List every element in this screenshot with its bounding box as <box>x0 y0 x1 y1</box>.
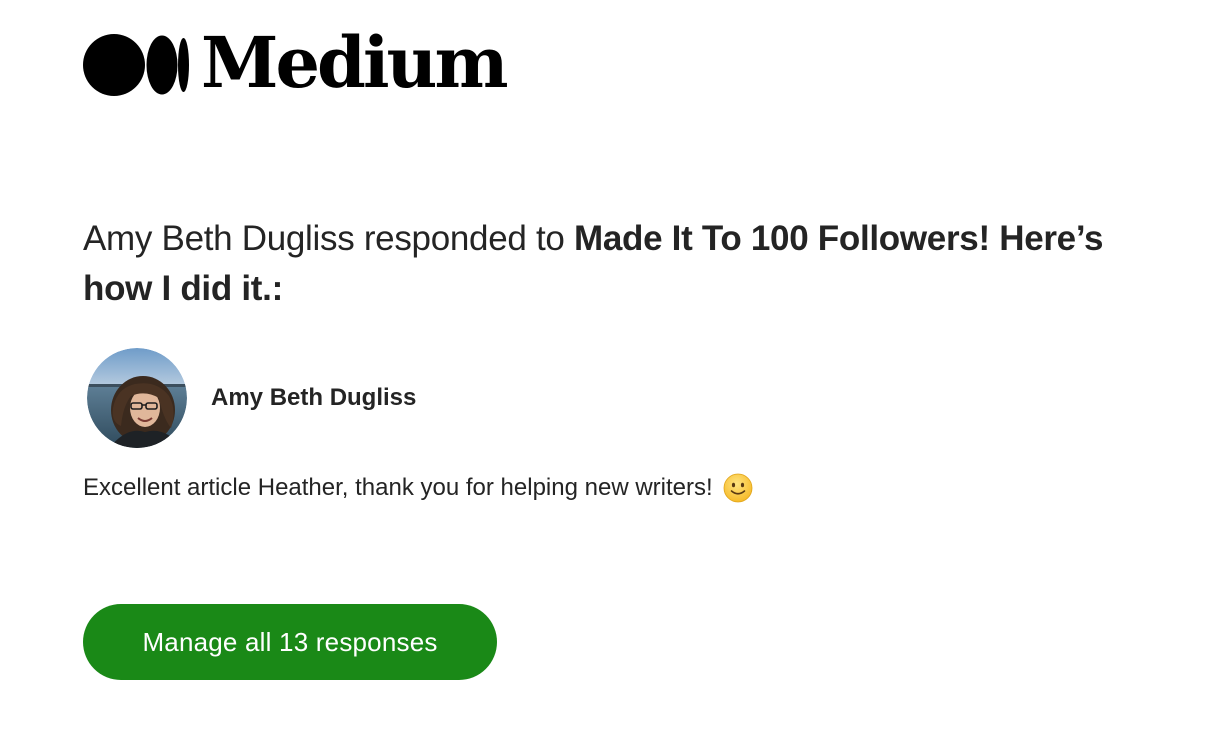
response-author: Amy Beth Dugliss <box>87 348 416 448</box>
avatar[interactable] <box>87 348 187 448</box>
slightly-smiling-face-icon <box>723 473 753 503</box>
medium-logo[interactable]: Medium <box>83 21 509 104</box>
response-body: Excellent article Heather, thank you for… <box>83 470 753 506</box>
notification-headline: Amy Beth Dugliss responded to Made It To… <box>83 214 1173 314</box>
medium-logo-icon <box>83 34 189 96</box>
author-name[interactable]: Amy Beth Dugliss <box>211 384 416 412</box>
email-notification: Medium Amy Beth Dugliss responded to Mad… <box>0 0 1226 734</box>
manage-responses-button[interactable]: Manage all 13 responses <box>83 604 497 680</box>
action-text: responded to <box>354 219 574 258</box>
response-text: Excellent article Heather, thank you for… <box>83 474 713 501</box>
brand-name: Medium <box>201 21 509 104</box>
actor-name: Amy Beth Dugliss <box>83 219 355 258</box>
